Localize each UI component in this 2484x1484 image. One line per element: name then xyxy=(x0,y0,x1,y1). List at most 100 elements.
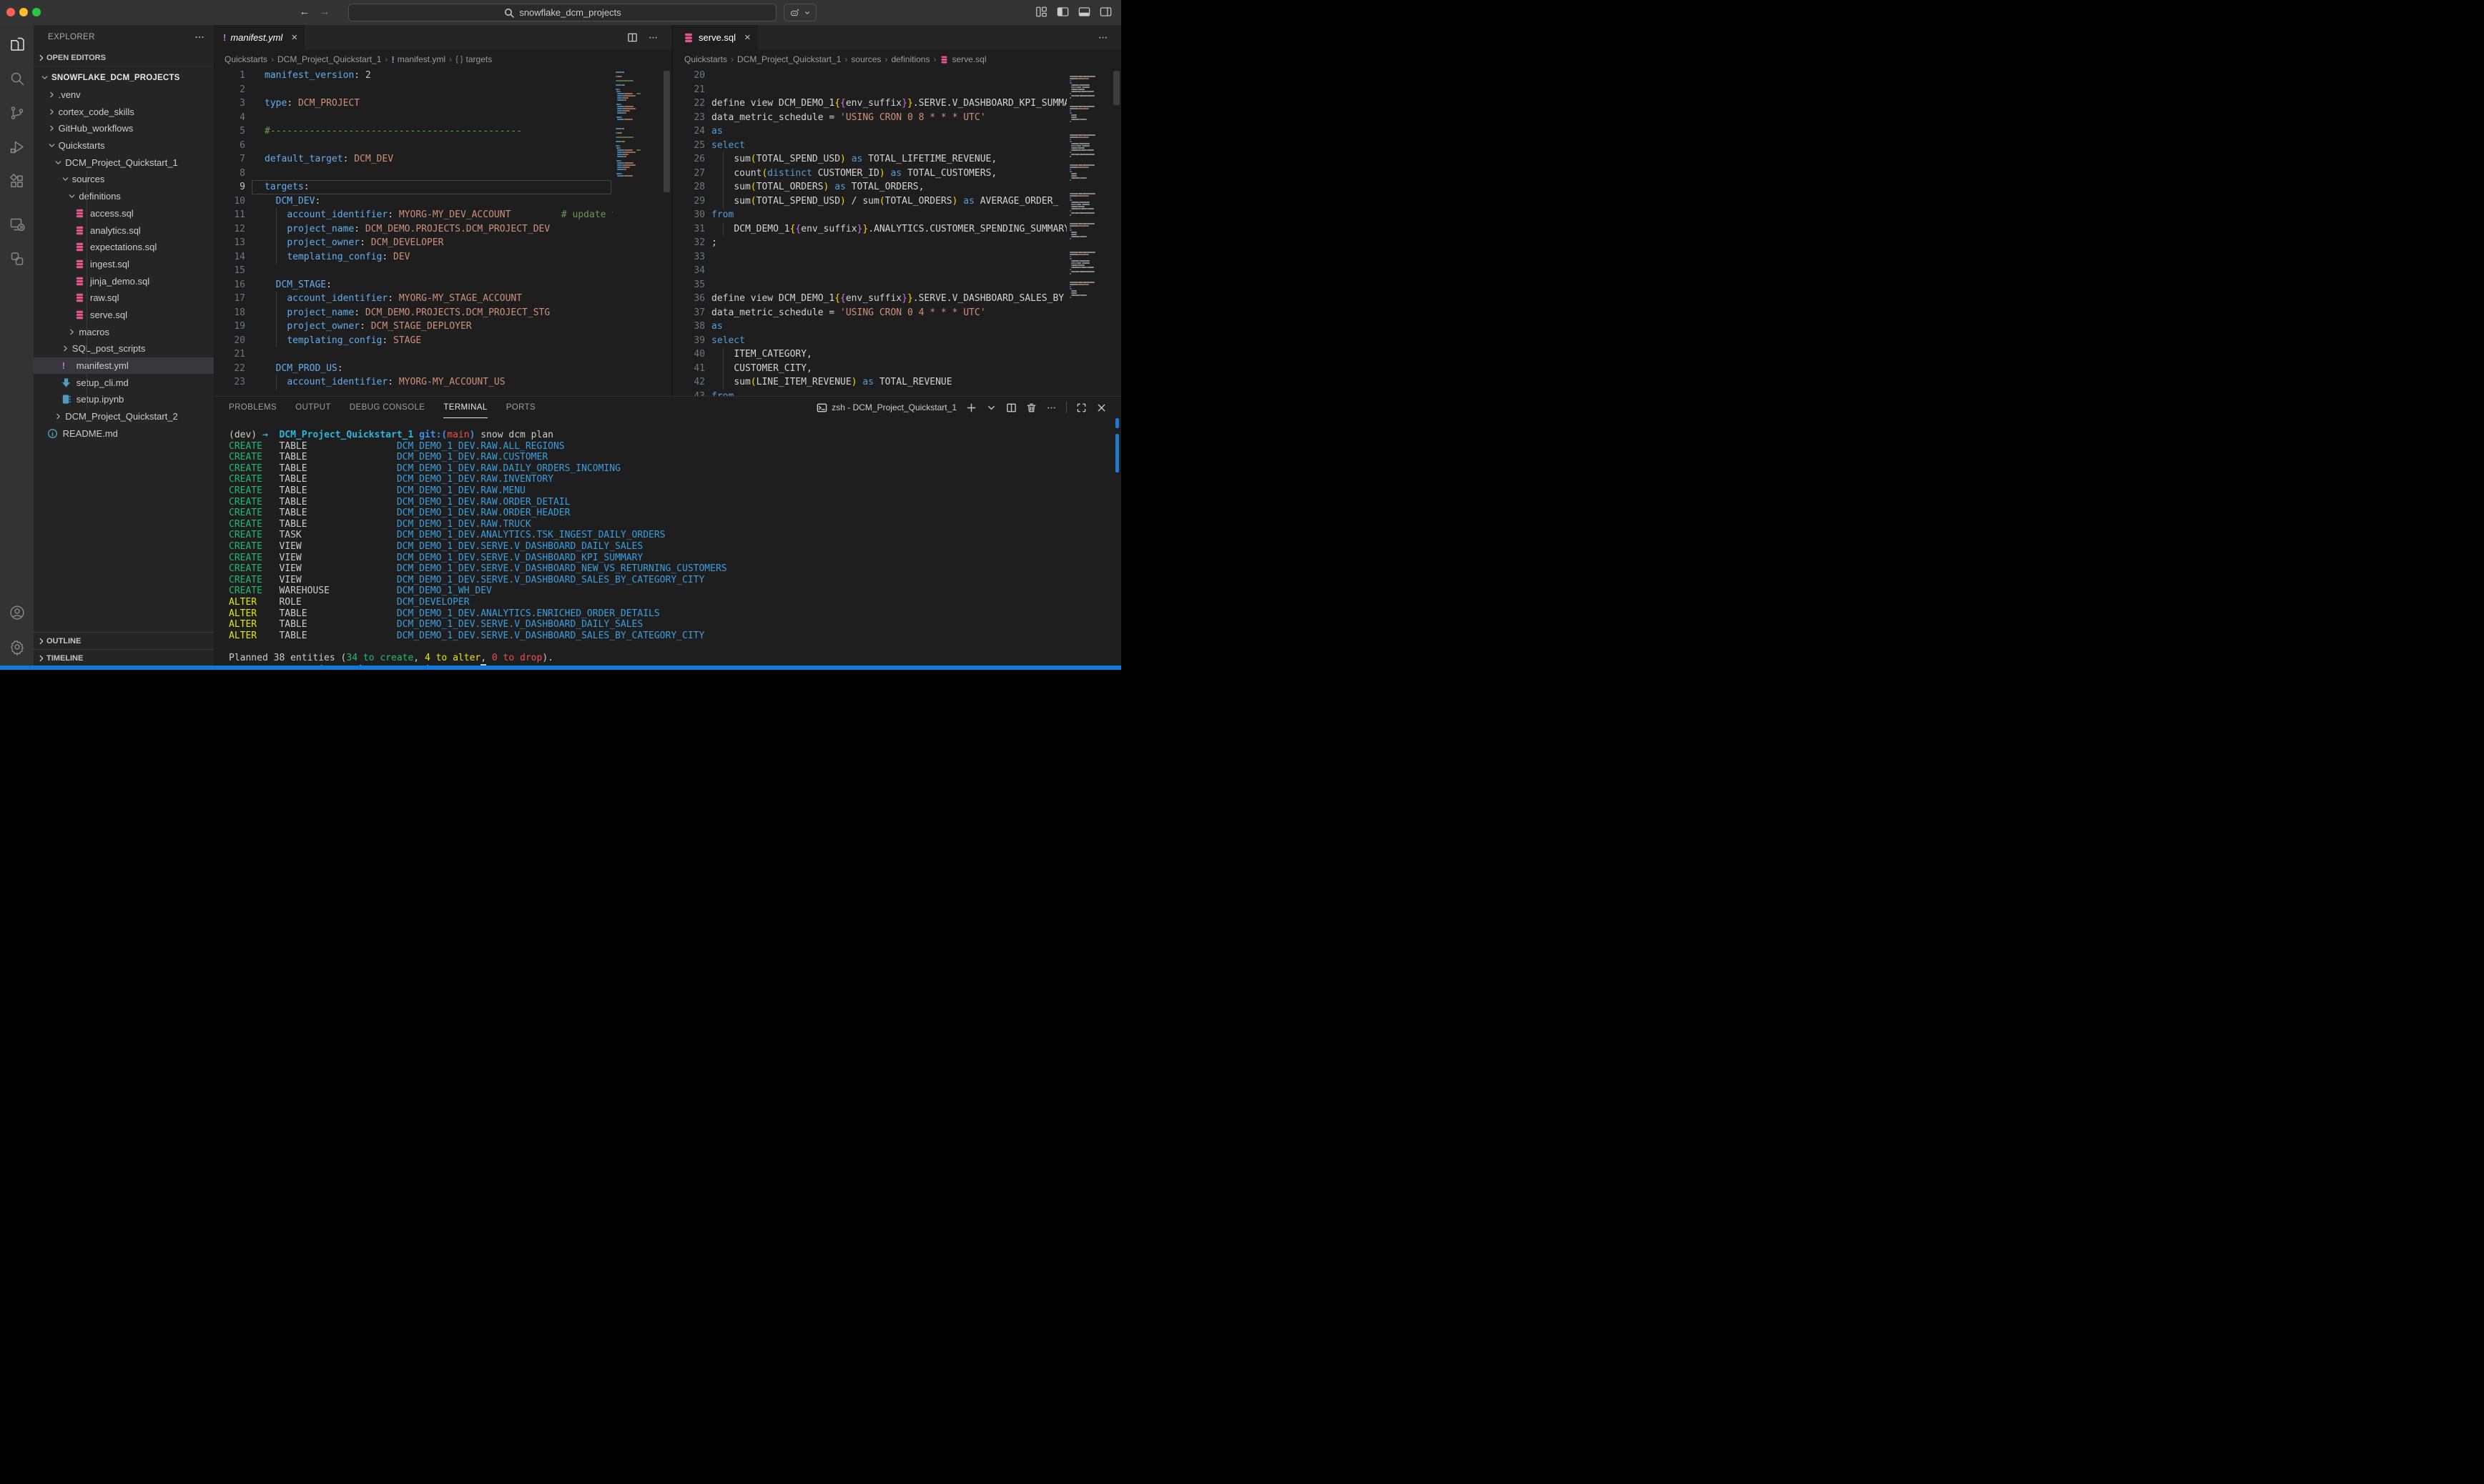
indent-guide xyxy=(276,334,277,348)
line-number: 30 xyxy=(674,208,705,222)
terminal-scrollbar[interactable] xyxy=(1115,434,1119,473)
source-control-icon xyxy=(9,104,26,122)
editor-more-actions-icon[interactable] xyxy=(1098,32,1108,43)
code-line: account_identifier: MYORG-MY_ACCOUNT_US xyxy=(265,375,613,390)
toggle-panel-icon[interactable] xyxy=(1078,5,1091,19)
tree-item-readme-md[interactable]: README.md xyxy=(34,425,214,442)
activitybar-account[interactable] xyxy=(0,595,34,630)
editor-scrollbar[interactable] xyxy=(1113,71,1120,105)
activity-bar xyxy=(0,25,34,666)
db-icon xyxy=(74,310,86,320)
minimap[interactable] xyxy=(613,69,657,396)
breadcrumb-item[interactable]: targets xyxy=(466,54,493,64)
terminal-scrollbar[interactable] xyxy=(1115,418,1119,428)
activitybar-settings[interactable] xyxy=(0,630,34,664)
code-line: default_target: DCM_DEV xyxy=(265,152,613,167)
zoom-window-button[interactable] xyxy=(32,8,41,16)
tree-item-manifest-yml[interactable]: !manifest.yml xyxy=(34,357,214,375)
tree-item-setup-cli-md[interactable]: setup_cli.md xyxy=(34,374,214,391)
tree-item-analytics-sql[interactable]: analytics.sql xyxy=(34,222,214,239)
close-tab-icon[interactable]: × xyxy=(744,31,751,44)
plan-row: CREATE VIEW DCM_DEMO_1_DEV.SERVE.V_DASHB… xyxy=(229,541,643,553)
tab-manifest-yml[interactable]: ! manifest.yml × xyxy=(215,25,305,50)
minimize-window-button[interactable] xyxy=(19,8,28,16)
tree-item-dcm-project-quickstart-1[interactable]: DCM_Project_Quickstart_1 xyxy=(34,154,214,171)
minimap[interactable] xyxy=(1067,69,1110,396)
breadcrumb[interactable]: Quickstarts›DCM_Project_Quickstart_1›sou… xyxy=(674,50,1121,69)
tree-item-label: DCM_Project_Quickstart_2 xyxy=(65,411,178,422)
breadcrumb-item[interactable]: manifest.yml xyxy=(398,54,445,64)
editor-more-actions-icon[interactable] xyxy=(648,32,659,43)
line-number: 22 xyxy=(674,97,705,111)
terminal-output[interactable]: (dev) → DCM_Project_Quickstart_1 git:(ma… xyxy=(229,397,1111,666)
editor-manifest-yml[interactable]: 1manifest_version: 223type: DCM_PROJECT4… xyxy=(215,69,671,396)
breadcrumb-item[interactable]: Quickstarts xyxy=(684,54,727,64)
close-tab-icon[interactable]: × xyxy=(291,31,297,44)
tree-item-definitions[interactable]: definitions xyxy=(34,188,214,205)
indent-guide xyxy=(276,375,277,390)
tree-item-expectations-sql[interactable]: expectations.sql xyxy=(34,239,214,256)
breadcrumb-item[interactable]: serve.sql xyxy=(952,54,986,64)
plan-row: CREATE TABLE DCM_DEMO_1_DEV.RAW.ORDER_DE… xyxy=(229,497,570,508)
tree-item-dcm-project-quickstart-2[interactable]: DCM_Project_Quickstart_2 xyxy=(34,408,214,425)
tree-item-sources[interactable]: sources xyxy=(34,171,214,188)
toggle-secondary-sidebar-icon[interactable] xyxy=(1099,5,1113,19)
breadcrumb-item[interactable]: DCM_Project_Quickstart_1 xyxy=(737,54,841,64)
tree-item-label: macros xyxy=(79,327,109,337)
breadcrumb-item[interactable]: Quickstarts xyxy=(225,54,267,64)
outline-section[interactable]: OUTLINE xyxy=(34,632,214,649)
tree-item-label: .venv xyxy=(59,89,81,100)
views-more-actions-icon[interactable] xyxy=(194,31,205,43)
code-line: #---------------------------------------… xyxy=(265,124,613,139)
open-editors-section[interactable]: OPEN EDITORS xyxy=(34,50,214,66)
close-window-button[interactable] xyxy=(6,8,15,16)
activitybar-run-debug[interactable] xyxy=(0,130,34,164)
line-number: 31 xyxy=(674,222,705,237)
split-editor-icon[interactable] xyxy=(627,32,638,43)
activitybar-extensions[interactable] xyxy=(0,164,34,199)
activitybar-workspaces[interactable] xyxy=(0,242,34,276)
tree-item-github-workflows[interactable]: GitHub_workflows xyxy=(34,120,214,137)
activitybar-explorer[interactable] xyxy=(0,27,34,61)
activitybar-source-control[interactable] xyxy=(0,96,34,130)
tree-item-ingest-sql[interactable]: ingest.sql xyxy=(34,256,214,273)
navigate-forward-button[interactable]: → xyxy=(317,6,332,18)
tree-item-quickstarts[interactable]: Quickstarts xyxy=(34,137,214,154)
tree-item-snowflake-dcm-projects[interactable]: SNOWFLAKE_DCM_PROJECTS xyxy=(34,69,214,86)
code-line: project_name: DCM_DEMO.PROJECTS.DCM_PROJ… xyxy=(265,306,613,320)
command-center-search[interactable]: snowflake_dcm_projects xyxy=(348,4,777,21)
navigate-back-button[interactable]: ← xyxy=(297,6,312,18)
breadcrumb-item[interactable]: DCM_Project_Quickstart_1 xyxy=(277,54,381,64)
indent-guide xyxy=(723,167,724,181)
copilot-button[interactable] xyxy=(784,4,817,21)
tree-item-access-sql[interactable]: access.sql xyxy=(34,205,214,222)
line-number: 37 xyxy=(674,306,705,320)
timeline-section[interactable]: TIMELINE xyxy=(34,649,214,666)
tree-item-serve-sql[interactable]: serve.sql xyxy=(34,307,214,324)
tree-item-label: SQL_post_scripts xyxy=(72,343,146,354)
indent-guide xyxy=(723,180,724,194)
account-icon xyxy=(9,604,26,621)
breadcrumb-item[interactable]: sources xyxy=(851,54,881,64)
toggle-primary-sidebar-icon[interactable] xyxy=(1056,5,1070,19)
breadcrumb[interactable]: Quickstarts›DCM_Project_Quickstart_1›!ma… xyxy=(215,50,671,69)
tree-item-setup-ipynb[interactable]: setup.ipynb xyxy=(34,391,214,408)
tree-item--venv[interactable]: .venv xyxy=(34,86,214,104)
tree-item-cortex-code-skills[interactable]: cortex_code_skills xyxy=(34,103,214,120)
tree-item-macros[interactable]: macros xyxy=(34,323,214,340)
activitybar-remote-explorer[interactable] xyxy=(0,207,34,242)
code-line: DCM_STAGE: xyxy=(265,278,613,292)
tree-item-jinja-demo-sql[interactable]: jinja_demo.sql xyxy=(34,272,214,290)
breadcrumb-item[interactable]: definitions xyxy=(891,54,930,64)
copilot-icon xyxy=(789,7,801,19)
tree-item-sql-post-scripts[interactable]: SQL_post_scripts xyxy=(34,340,214,357)
code-line xyxy=(265,347,613,362)
chevron-down-icon xyxy=(53,158,64,167)
editor-serve-sql[interactable]: 202122define view DCM_DEMO_1{{env_suffix… xyxy=(674,69,1121,396)
editor-scrollbar[interactable] xyxy=(664,71,670,192)
breadcrumb-separator: › xyxy=(884,54,887,64)
customize-layout-icon[interactable] xyxy=(1035,5,1048,19)
tree-item-raw-sql[interactable]: raw.sql xyxy=(34,290,214,307)
activitybar-search[interactable] xyxy=(0,61,34,96)
tab-serve-sql[interactable]: serve.sql × xyxy=(674,25,758,50)
